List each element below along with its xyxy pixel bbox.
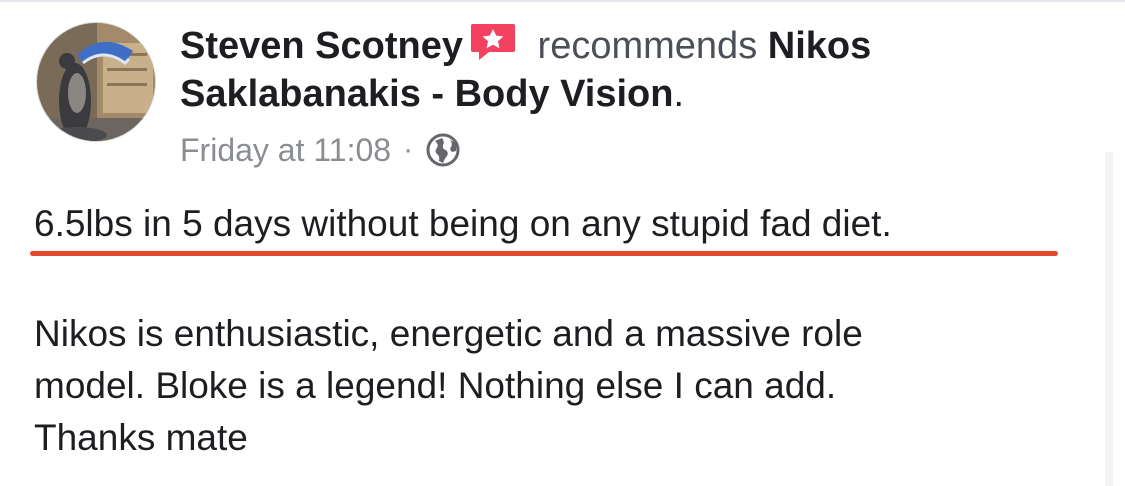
post-header: Steven Scotney recommends Nikos Saklabana… [180, 22, 1100, 118]
avatar[interactable] [36, 22, 156, 142]
post-timestamp[interactable]: Friday at 11:08 [180, 132, 391, 169]
body-line: Thanks mate [34, 417, 248, 458]
author-name[interactable]: Steven Scotney [180, 25, 463, 67]
meta-separator: · [403, 133, 414, 166]
globe-icon[interactable] [425, 132, 461, 168]
top-divider [0, 0, 1125, 2]
recommends-text: recommends [527, 25, 768, 67]
post-body: Nikos is enthusiastic, energetic and a m… [34, 308, 1054, 464]
red-underline [30, 251, 1058, 256]
body-line: model. Bloke is a legend! Nothing else I… [34, 365, 837, 406]
header-period: . [673, 73, 685, 115]
page-name-link[interactable]: Nikos [768, 25, 871, 67]
scrollbar-track[interactable] [1105, 152, 1113, 486]
page-name-link-continued[interactable]: Saklabanakis - Body Vision [180, 73, 673, 115]
recommendation-star-icon [469, 22, 517, 62]
highlighted-sentence: 6.5lbs in 5 days without being on any st… [34, 203, 892, 244]
body-line: Nikos is enthusiastic, energetic and a m… [34, 313, 863, 354]
post-meta: Friday at 11:08 · [180, 128, 461, 172]
